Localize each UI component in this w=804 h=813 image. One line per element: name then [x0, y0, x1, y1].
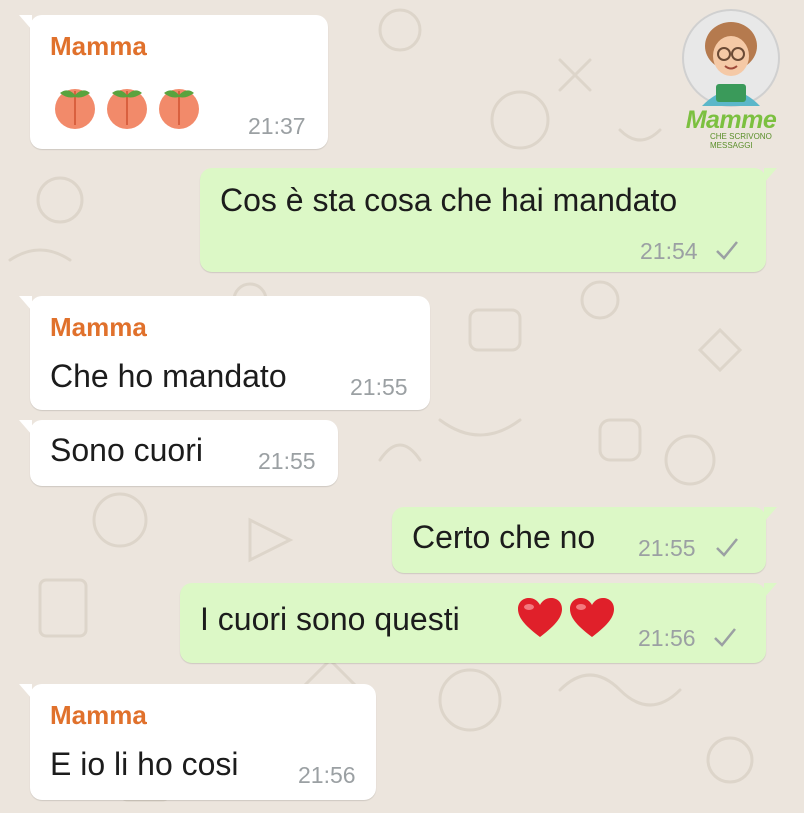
message-time: 21:55 — [258, 448, 316, 474]
message-text: Cos è sta cosa che hai mandato — [220, 182, 678, 218]
message-time: 21:56 — [298, 762, 356, 788]
check-icon — [716, 538, 738, 557]
peach-emoji — [107, 89, 147, 129]
sender-name: Mamma — [50, 312, 147, 342]
outgoing-message[interactable]: Certo che no 21:55 — [392, 507, 777, 573]
message-text: Certo che no — [412, 519, 596, 555]
message-time: 21:55 — [638, 535, 696, 561]
watermark-logo: Mamme CHE SCRIVONO MESSAGGI — [664, 6, 798, 150]
incoming-message[interactable]: Mamma Che ho mandato 21:55 — [19, 296, 430, 410]
check-icon — [716, 241, 738, 260]
message-time: 21:56 — [638, 625, 696, 651]
red-heart-emoji — [518, 598, 562, 637]
check-icon — [714, 628, 736, 647]
watermark-subtitle: CHE SCRIVONO MESSAGGI — [710, 132, 772, 150]
message-text: Sono cuori — [50, 432, 203, 468]
message-time: 21:37 — [248, 113, 306, 139]
message-text: Che ho mandato — [50, 358, 287, 394]
incoming-message[interactable]: Sono cuori 21:55 — [19, 420, 338, 486]
message-time: 21:54 — [640, 238, 698, 264]
message-text: E io li ho cosi — [50, 746, 239, 782]
outgoing-message[interactable]: I cuori sono questi 21:56 — [180, 583, 777, 663]
message-time: 21:55 — [350, 374, 408, 400]
sender-name: Mamma — [50, 700, 147, 730]
message-text: I cuori sono questi — [200, 601, 460, 637]
incoming-message[interactable]: Mamma E io li ho cosi 21:56 — [19, 684, 376, 800]
sender-name: Mamma — [50, 31, 147, 61]
mom-avatar-icon — [682, 9, 780, 107]
red-heart-emoji — [570, 598, 614, 637]
incoming-message[interactable]: Mamma 21:37 — [19, 15, 328, 149]
peach-emoji — [159, 89, 199, 129]
outgoing-message[interactable]: Cos è sta cosa che hai mandato 21:54 — [200, 168, 777, 272]
watermark-title: Mamme — [685, 106, 777, 134]
peach-emoji — [55, 89, 95, 129]
